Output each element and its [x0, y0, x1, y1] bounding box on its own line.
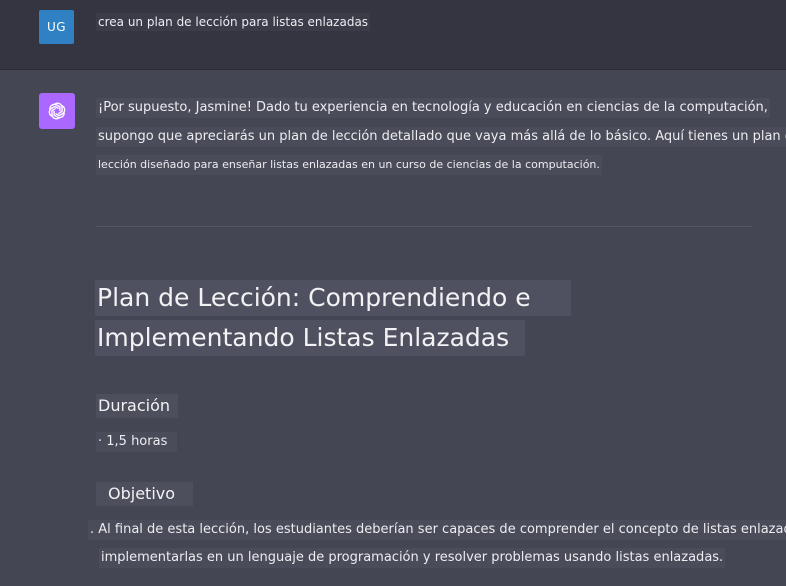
assistant-avatar: [39, 93, 75, 129]
duration-item: · 1,5 horas: [96, 432, 178, 452]
openai-logo-icon: [48, 102, 66, 120]
user-message-text: crea un plan de lección para listas enla…: [96, 13, 371, 31]
intro-line-1: ¡Por supuesto, Jasmine! Dado tu experien…: [96, 98, 770, 118]
objective-line-2: implementarlas en un lenguaje de program…: [99, 548, 726, 568]
duration-heading: Duración: [96, 394, 179, 418]
lesson-title-line-2: Implementando Listas Enlazadas: [95, 320, 526, 356]
lesson-title-line-1: Plan de Lección: Comprendiendo e: [95, 280, 571, 316]
objective-heading: Objetivo: [96, 482, 194, 506]
user-message-row: UG crea un plan de lección para listas e…: [0, 0, 786, 70]
intro-line-2: supongo que apreciarás un plan de lecció…: [96, 127, 786, 147]
section-divider: [96, 226, 752, 227]
intro-line-3: lección diseñado para enseñar listas enl…: [96, 155, 602, 175]
objective-line-1: . Al final de esta lección, los estudian…: [88, 520, 786, 540]
user-avatar: UG: [39, 10, 74, 44]
